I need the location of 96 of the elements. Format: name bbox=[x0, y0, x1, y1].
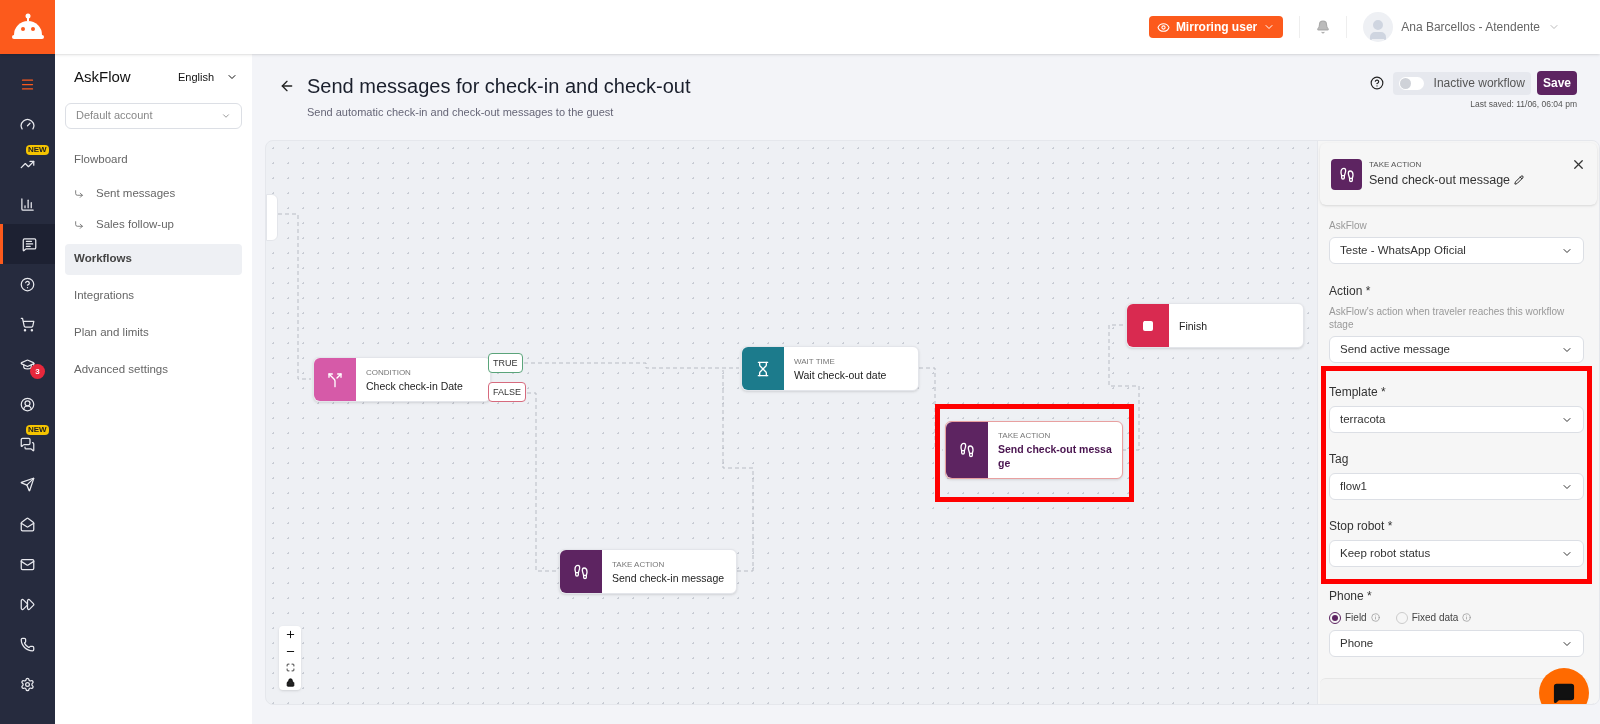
chat-icon bbox=[1553, 682, 1575, 704]
help-icon[interactable] bbox=[1369, 76, 1384, 90]
rail-item[interactable] bbox=[0, 224, 55, 264]
nav-item[interactable]: Sent messages bbox=[65, 178, 242, 210]
select-field[interactable]: terracota bbox=[1329, 406, 1584, 433]
last-saved-text: Last saved: 11/06, 06:04 pm bbox=[1470, 98, 1577, 111]
back-arrow-icon[interactable] bbox=[279, 78, 295, 94]
node-title: Finish bbox=[1179, 318, 1207, 333]
flow-node[interactable] bbox=[266, 194, 278, 241]
cart-icon bbox=[20, 316, 35, 332]
save-button[interactable]: Save bbox=[1536, 71, 1577, 95]
graduation-cap-icon bbox=[20, 356, 35, 372]
select-field[interactable]: Send active message bbox=[1329, 336, 1584, 363]
panel-title: Send check-out message bbox=[1369, 172, 1511, 189]
branch-tag[interactable]: TRUE bbox=[488, 353, 523, 373]
user-menu[interactable]: Ana Barcellos - Atendente bbox=[1363, 12, 1560, 42]
panel-caption: TAKE ACTION bbox=[1369, 159, 1423, 171]
node-title: Send check-out message bbox=[998, 442, 1112, 470]
send-icon bbox=[20, 476, 35, 492]
workflow-toggle[interactable]: Inactive workflow bbox=[1392, 71, 1531, 95]
flow-node[interactable]: Finish bbox=[1126, 303, 1304, 348]
field-label: Phone * bbox=[1329, 588, 1373, 605]
flow-node[interactable]: WAIT TIME Wait check-out date bbox=[741, 346, 919, 391]
field-label: Tag bbox=[1329, 451, 1350, 468]
node-title: Send check-in message bbox=[612, 570, 725, 585]
field-label: Action * bbox=[1329, 283, 1372, 300]
language-select[interactable]: English bbox=[177, 69, 242, 86]
menu-icon bbox=[20, 76, 35, 92]
nav-item[interactable]: Integrations bbox=[65, 280, 242, 312]
zoom-in-icon[interactable] bbox=[284, 629, 296, 640]
node-title: Check check-in Date bbox=[366, 378, 463, 393]
footprints-icon bbox=[959, 442, 975, 458]
nav-item[interactable]: Sales follow-up bbox=[65, 209, 242, 241]
footprints-icon bbox=[573, 563, 589, 580]
toggle-switch[interactable] bbox=[1398, 76, 1424, 90]
chat-icon bbox=[21, 236, 37, 252]
chat-launcher-button[interactable] bbox=[1539, 668, 1589, 704]
page-title: Send messages for check-in and check-out bbox=[307, 74, 691, 98]
brand-name: AskFlow bbox=[74, 67, 131, 87]
envelope-icon bbox=[20, 556, 35, 572]
account-select[interactable]: Default account bbox=[65, 102, 242, 129]
select-field[interactable]: Teste - WhatsApp Oficial bbox=[1329, 237, 1584, 264]
eye-icon bbox=[1156, 20, 1170, 34]
select-field[interactable]: Phone bbox=[1329, 630, 1584, 657]
hourglass-icon bbox=[755, 360, 771, 377]
phone-icon bbox=[20, 636, 35, 652]
nav-item[interactable]: Workflows bbox=[65, 243, 242, 275]
robot-bell-logo-icon bbox=[10, 13, 45, 41]
avatar-icon bbox=[1363, 12, 1394, 42]
field-label: Stop robot * bbox=[1329, 518, 1394, 535]
rail-item[interactable]: NEW bbox=[0, 144, 55, 184]
sub-arrow-icon bbox=[74, 189, 84, 199]
stop-square-icon bbox=[1142, 319, 1154, 332]
logo-tile[interactable] bbox=[0, 0, 55, 54]
new-badge: NEW bbox=[26, 425, 49, 435]
select-field[interactable]: Keep robot status bbox=[1329, 540, 1584, 567]
rail-item[interactable]: NEW bbox=[0, 424, 55, 464]
node-caption: WAIT TIME bbox=[794, 355, 836, 368]
count-badge: 3 bbox=[30, 364, 45, 379]
nav-item[interactable]: Advanced settings bbox=[65, 354, 242, 386]
fast-forward-icon bbox=[20, 596, 35, 612]
settings-icon bbox=[20, 676, 35, 692]
node-caption: TAKE ACTION bbox=[998, 430, 1052, 442]
branch-tag[interactable]: FALSE bbox=[488, 382, 526, 402]
help-icon bbox=[20, 276, 35, 292]
select-field[interactable]: flow1 bbox=[1329, 473, 1584, 500]
rail-item[interactable]: 3 bbox=[0, 344, 55, 384]
sub-arrow-icon bbox=[74, 220, 84, 230]
page-subtitle: Send automatic check-in and check-out messages to the guest bbox=[307, 105, 615, 120]
field-label: Template * bbox=[1329, 384, 1387, 401]
field-hint: AskFlow's action when traveler reaches this workflow stage bbox=[1329, 305, 1566, 331]
flow-node[interactable]: CONDITION Check check-in Date bbox=[313, 357, 491, 402]
open-envelope-icon bbox=[20, 516, 35, 532]
radio-label: Fixed data bbox=[1411, 611, 1459, 625]
chat-bubbles-icon bbox=[20, 436, 35, 452]
nav-item[interactable]: Flowboard bbox=[65, 144, 242, 176]
flow-node[interactable]: TAKE ACTION Send check-in message bbox=[559, 549, 737, 594]
gauge-icon bbox=[20, 116, 35, 132]
footprints-icon bbox=[1338, 166, 1355, 183]
user-icon bbox=[20, 396, 35, 412]
radio-label: Field bbox=[1345, 611, 1367, 625]
cut-off-hint: AskFlow bbox=[1329, 219, 1368, 233]
flow-node[interactable]: TAKE ACTION Send check-out message bbox=[945, 421, 1123, 479]
edit-icon[interactable] bbox=[1514, 175, 1525, 186]
info-icon bbox=[1370, 613, 1380, 622]
info-icon bbox=[1462, 613, 1472, 622]
nav-item[interactable]: Plan and limits bbox=[65, 317, 242, 349]
new-badge: NEW bbox=[26, 145, 49, 155]
fit-view-icon[interactable] bbox=[285, 663, 295, 672]
node-caption: TAKE ACTION bbox=[612, 558, 666, 571]
split-arrows-icon bbox=[327, 371, 343, 388]
node-caption: CONDITION bbox=[366, 366, 412, 379]
bar-chart-icon bbox=[20, 196, 35, 212]
lock-icon[interactable] bbox=[285, 678, 295, 687]
node-title: Wait check-out date bbox=[794, 367, 887, 382]
close-icon[interactable] bbox=[1571, 157, 1586, 172]
